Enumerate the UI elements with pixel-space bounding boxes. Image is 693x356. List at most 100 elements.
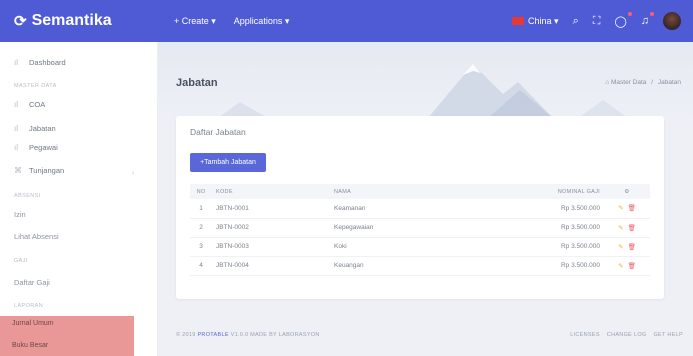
top-right-tools: China ▾ ⌕ ⛶ ◯ ♫	[512, 0, 681, 42]
cell-nama: Keuangan	[334, 256, 474, 276]
breadcrumb: ⌂ Master Data / Jabatan	[605, 79, 681, 86]
cell-gaji: Rp 3.500.000	[474, 199, 604, 219]
gear-icon: ⚙	[624, 188, 630, 195]
table-row: 3 JBTN-0003 Koki Rp 3.500.000 ✎ 🗑	[190, 237, 650, 257]
cell-nama: Kepegawaian	[334, 218, 474, 238]
sidebar-item-izin[interactable]: Izin	[14, 210, 26, 219]
help-link[interactable]: GET HELP	[653, 332, 683, 338]
copyright-suffix: V1.0.0 MADE BY LABORASYON	[228, 332, 320, 338]
breadcrumb-separator: /	[651, 79, 654, 86]
page-title: Jabatan	[176, 77, 218, 89]
breadcrumb-master-data[interactable]: Master Data	[611, 79, 646, 86]
sidebar-item-dashboard[interactable]: ıl Dashboard	[14, 58, 66, 67]
brand-name: Semantika	[31, 12, 112, 29]
footer-copyright: © 2019 PROTABLE V1.0.0 MADE BY LABORASYO…	[176, 332, 320, 338]
language-label: China ▾	[528, 15, 559, 26]
delete-icon[interactable]: 🗑	[628, 244, 636, 251]
sidebar-item-label: Dashboard	[29, 58, 66, 67]
sidebar-item-label: Jabatan	[29, 124, 56, 133]
sidebar: ıl Dashboard MASTER DATA ıl COA ıl Jabatan …	[0, 42, 158, 356]
sidebar-item-tunjangan[interactable]: ⌘ Tunjangan	[14, 166, 64, 175]
table-row: 1 JBTN-0001 Keamanan Rp 3.500.000 ✎ 🗑	[190, 199, 650, 219]
brand[interactable]: ⟳ Semantika	[0, 0, 158, 42]
changelog-link[interactable]: CHANGE LOG	[607, 332, 647, 338]
cell-kode: JBTN-0003	[212, 237, 334, 257]
jabatan-table: NO KODE NAMA NOMINAL GAJI ⚙ 1 JBTN-0001 …	[190, 184, 650, 276]
refresh-logo-icon: ⟳	[14, 13, 27, 30]
chart-icon: ıl	[14, 124, 18, 133]
sidebar-section-absensi: ABSENSI	[14, 193, 41, 199]
cell-no: 2	[190, 218, 212, 238]
applications-menu[interactable]: Applications ▾	[234, 16, 290, 27]
sidebar-item-pegawai[interactable]: ıl Pegawai	[14, 143, 58, 152]
cell-actions: ✎ 🗑	[604, 199, 650, 219]
licenses-link[interactable]: LICENSES	[570, 332, 600, 338]
sidebar-item-label: COA	[29, 100, 46, 109]
language-selector[interactable]: China ▾	[512, 16, 559, 27]
card-title: Daftar Jabatan	[190, 127, 246, 137]
top-navbar: ⟳ Semantika + Create ▾ Applications ▾ Ch…	[0, 0, 693, 42]
cell-kode: JBTN-0001	[212, 199, 334, 219]
create-menu[interactable]: + Create ▾	[174, 16, 216, 27]
sidebar-item-lihat-absensi[interactable]: Lihat Absensi	[14, 232, 59, 241]
cell-kode: JBTN-0002	[212, 218, 334, 238]
china-flag-icon	[512, 17, 525, 26]
cell-gaji: Rp 3.500.000	[474, 237, 604, 257]
cell-gaji: Rp 3.500.000	[474, 256, 604, 276]
cell-actions: ✎ 🗑	[604, 256, 650, 276]
fullscreen-icon[interactable]: ⛶	[593, 15, 601, 28]
delete-icon[interactable]: 🗑	[628, 263, 636, 270]
delete-icon[interactable]: 🗑	[628, 225, 636, 232]
chat-icon[interactable]: ◯	[614, 11, 632, 28]
col-kode: KODE	[216, 188, 233, 195]
cell-actions: ✎ 🗑	[604, 237, 650, 257]
page-header: Jabatan ⌂ Master Data / Jabatan	[158, 42, 693, 118]
sidebar-item-coa[interactable]: ıl COA	[14, 100, 45, 109]
delete-icon[interactable]: 🗑	[628, 205, 636, 212]
top-nav: + Create ▾ Applications ▾	[158, 16, 289, 27]
copyright-prefix: © 2019	[176, 332, 198, 338]
search-icon[interactable]: ⌕	[573, 15, 579, 28]
chart-icon: ıl	[14, 100, 18, 109]
home-icon[interactable]: ⌂	[605, 79, 609, 86]
edit-icon[interactable]: ✎	[618, 244, 623, 251]
cell-no: 4	[190, 256, 212, 276]
col-nominal-gaji: NOMINAL GAJI	[557, 188, 600, 195]
cell-kode: JBTN-0004	[212, 256, 334, 276]
cell-nama: Koki	[334, 237, 474, 257]
bell-icon[interactable]: ♫	[641, 12, 654, 27]
cell-no: 3	[190, 237, 212, 257]
sidebar-item-daftar-gaji[interactable]: Daftar Gaji	[14, 278, 50, 287]
sidebar-item-label: Tunjangan	[29, 166, 65, 175]
sidebar-section-master: MASTER DATA	[14, 83, 57, 89]
bell-notification-dot	[650, 12, 654, 16]
col-nama: NAMA	[334, 188, 352, 195]
chevron-right-icon[interactable]: ›	[132, 170, 134, 177]
jabatan-card: Daftar Jabatan +Tambah Jabatan NO KODE N…	[176, 116, 664, 299]
edit-icon[interactable]: ✎	[618, 205, 623, 212]
cell-nama: Keamanan	[334, 199, 474, 219]
edit-icon[interactable]: ✎	[618, 263, 623, 270]
sidebar-item-buku-besar[interactable]: Buku Besar	[12, 342, 48, 349]
highlight-overlay: Jurnal Umum Buku Besar	[0, 316, 134, 356]
cell-actions: ✎ 🗑	[604, 218, 650, 238]
cell-no: 1	[190, 199, 212, 219]
chart-icon: ıl	[14, 143, 18, 152]
chat-notification-dot	[627, 11, 632, 16]
breadcrumb-current: Jabatan	[657, 79, 681, 86]
avatar[interactable]	[663, 12, 681, 30]
add-jabatan-button[interactable]: +Tambah Jabatan	[190, 153, 266, 172]
grid-icon: ⌘	[14, 166, 22, 175]
copyright-brand-link[interactable]: PROTABLE	[197, 332, 228, 338]
chart-icon: ıl	[14, 58, 18, 67]
cell-gaji: Rp 3.500.000	[474, 218, 604, 238]
sidebar-item-label: Pegawai	[29, 143, 58, 152]
sidebar-section-laporan: LAPORAN	[14, 303, 44, 309]
sidebar-section-gaji: GAJI	[14, 258, 28, 264]
sidebar-item-jabatan[interactable]: ıl Jabatan	[14, 124, 56, 133]
table-row: 4 JBTN-0004 Keuangan Rp 3.500.000 ✎ 🗑	[190, 256, 650, 276]
col-no: NO	[196, 188, 206, 195]
sidebar-item-jurnal-umum[interactable]: Jurnal Umum	[12, 320, 54, 327]
edit-icon[interactable]: ✎	[618, 225, 623, 232]
table-header-row: NO KODE NAMA NOMINAL GAJI ⚙	[190, 184, 650, 199]
